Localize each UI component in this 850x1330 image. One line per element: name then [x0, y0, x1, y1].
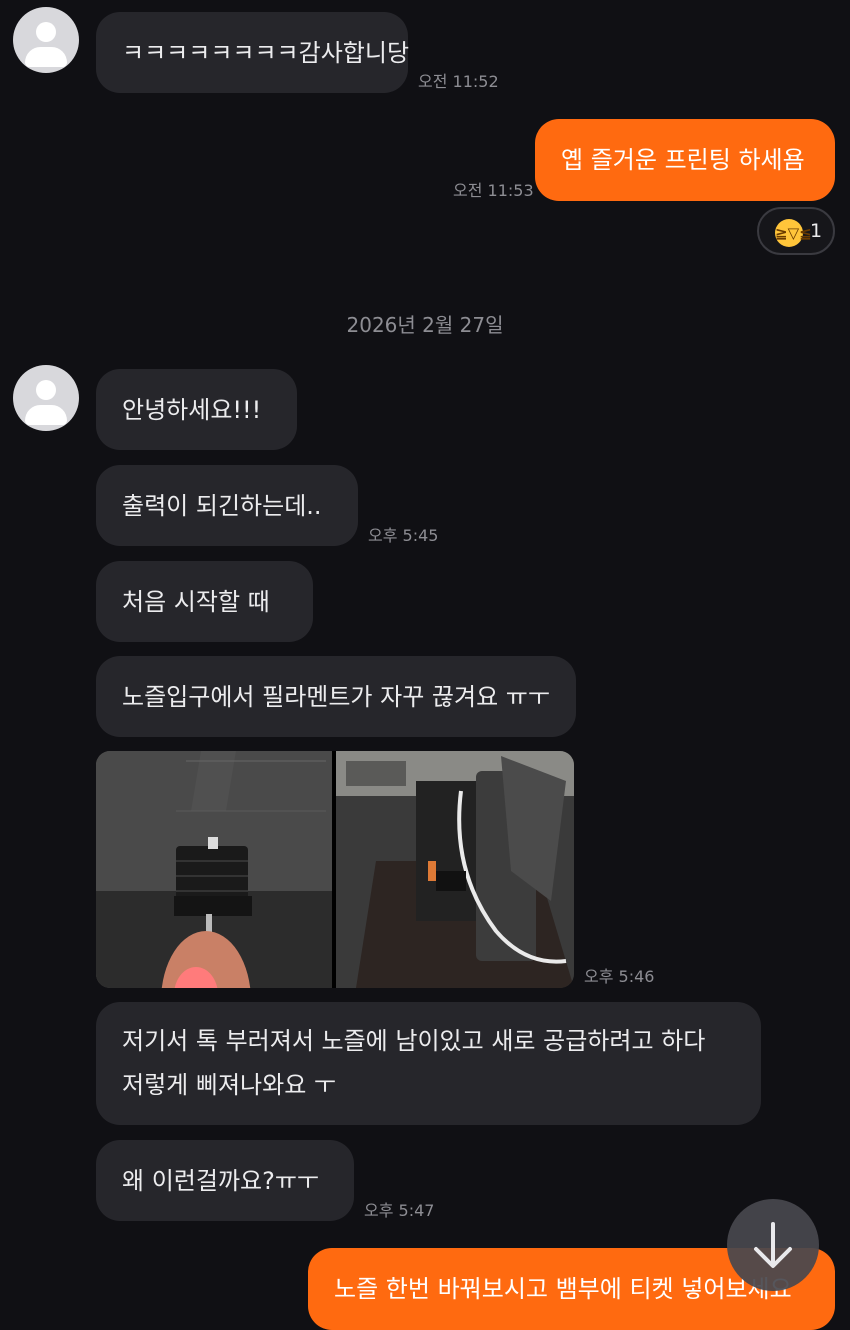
message-timestamp: 오전 11:52: [418, 72, 499, 91]
outgoing-message-bubble[interactable]: 옙 즐거운 프린팅 하세욤: [535, 119, 835, 201]
message-reaction[interactable]: ≧▽≦ 1: [757, 207, 835, 255]
avatar-body: [25, 47, 67, 67]
reaction-count: 1: [810, 220, 823, 242]
incoming-message-bubble[interactable]: 왜 이런걸까요?ㅠㅜ: [96, 1140, 354, 1221]
printer-photo-illustration: [336, 751, 574, 988]
scroll-to-bottom-button[interactable]: [727, 1199, 819, 1291]
date-separator: 2026년 2월 27일: [346, 313, 504, 337]
avatar-head: [36, 380, 56, 400]
nozzle-photo-illustration: [96, 751, 332, 988]
arrow-down-icon: [754, 1222, 792, 1268]
message-timestamp: 오전 11:53: [453, 181, 534, 200]
photo-attachment-group[interactable]: [96, 751, 574, 988]
photo-nozzle-heatsink[interactable]: [96, 751, 332, 988]
message-timestamp: 오후 5:45: [368, 526, 439, 545]
incoming-message-bubble[interactable]: 출력이 되긴하는데..: [96, 465, 358, 546]
incoming-message-bubble[interactable]: 안녕하세요!!!: [96, 369, 297, 450]
photo-printer-toolhead[interactable]: [336, 751, 574, 988]
message-timestamp: 오후 5:46: [584, 967, 655, 986]
message-timestamp: 오후 5:47: [364, 1201, 435, 1220]
message-line: 저렇게 삐져나와요 ㅜ: [122, 1071, 336, 1099]
incoming-message-bubble[interactable]: ㅋㅋㅋㅋㅋㅋㅋㅋ감사합니당: [96, 12, 409, 93]
message-line: 저기서 톡 부러져서 노즐에 남이있고 새로 공급하려고 하다: [122, 1027, 706, 1055]
incoming-message-bubble[interactable]: 처음 시작할 때: [96, 561, 313, 642]
incoming-message-bubble[interactable]: 노즐입구에서 필라멘트가 자꾸 끊겨요 ㅠㅜ: [96, 656, 576, 737]
laughing-face-icon: ≧▽≦: [775, 219, 812, 247]
avatar[interactable]: [13, 7, 79, 73]
avatar-body: [25, 405, 67, 425]
avatar[interactable]: [13, 365, 79, 431]
incoming-message-bubble[interactable]: 저기서 톡 부러져서 노즐에 남이있고 새로 공급하려고 하다 저렇게 삐져나와…: [96, 1002, 761, 1125]
avatar-head: [36, 22, 56, 42]
